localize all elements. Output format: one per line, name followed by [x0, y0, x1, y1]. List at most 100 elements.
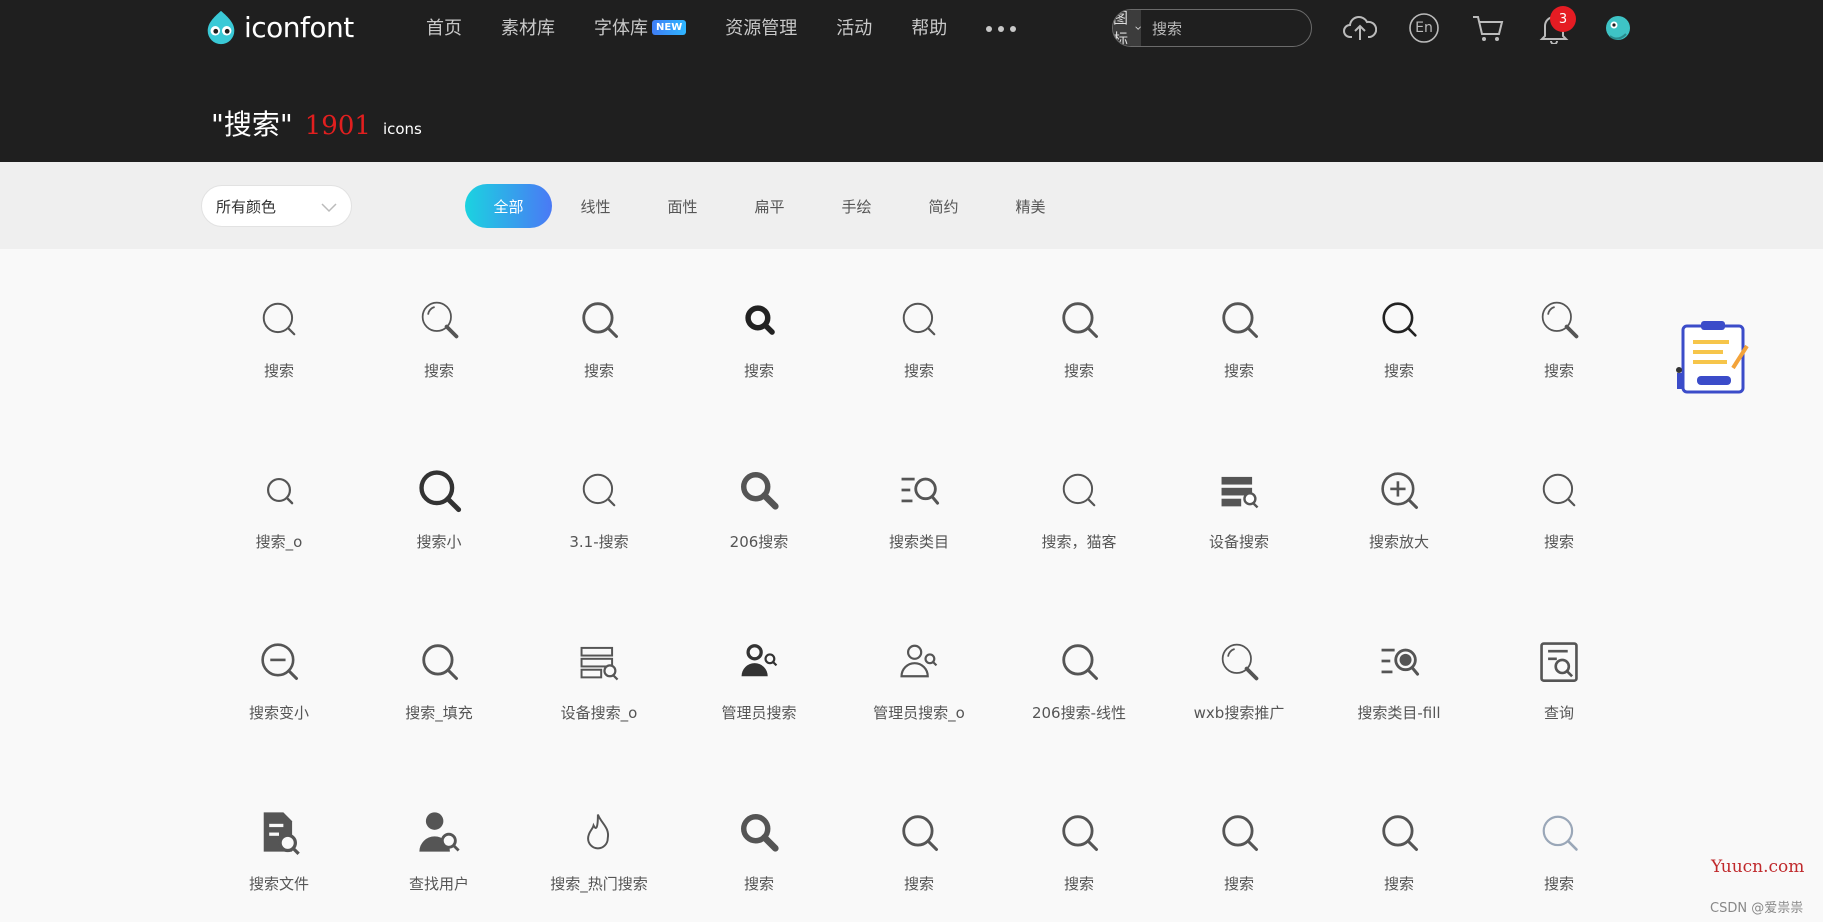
language-switch[interactable]: En [1406, 10, 1442, 46]
icon-card[interactable]: 搜索 [1159, 787, 1319, 922]
icon-card[interactable]: 搜索 [519, 274, 679, 445]
icon-card[interactable]: 搜索小 [359, 445, 519, 616]
search-icon [1214, 294, 1264, 344]
result-count: 1901 [304, 111, 371, 141]
icon-card[interactable]: 设备搜索 [1159, 445, 1319, 616]
icon-card[interactable]: 搜索文件 [199, 787, 359, 922]
icon-label: 搜索 [1383, 362, 1414, 380]
tab-all[interactable]: 全部 [465, 184, 552, 228]
nav-home[interactable]: 首页 [426, 14, 462, 40]
search-icon [1054, 636, 1104, 686]
icon-card[interactable]: 搜索 [1159, 274, 1319, 445]
icon-label: 搜索 [903, 362, 934, 380]
color-filter-select[interactable]: 所有颜色 [201, 185, 352, 227]
nav-label: 活动 [836, 18, 873, 39]
search-icon [414, 636, 464, 686]
icon-card[interactable]: 搜索 [359, 274, 519, 445]
icon-label: 206搜索-线性 [1031, 704, 1127, 722]
icon-card[interactable]: 搜索_热门搜索 [519, 787, 679, 922]
search-light-icon [1534, 807, 1584, 857]
search-thin-icon [1534, 465, 1584, 515]
icon-label: 搜索类目 [888, 533, 949, 551]
color-filter-label: 所有颜色 [216, 197, 277, 216]
icon-card[interactable]: 搜索 [679, 274, 839, 445]
icon-card[interactable]: 搜索_o [199, 445, 359, 616]
tab-exquisite[interactable]: 精美 [987, 184, 1074, 228]
logo[interactable]: iconfont [202, 8, 354, 46]
icon-card[interactable]: 206搜索-线性 [999, 616, 1159, 787]
icon-label: 搜索 [1543, 533, 1574, 551]
icon-card[interactable]: 搜索 [1479, 274, 1639, 445]
nav-activity[interactable]: 活动 [836, 14, 872, 40]
icon-card[interactable]: 3.1-搜索 [519, 445, 679, 616]
icon-label: 搜索文件 [248, 875, 309, 893]
icon-card[interactable]: 管理员搜索_o [839, 616, 999, 787]
icon-label: 搜索类目-fill [1357, 704, 1441, 722]
filter-bar: 所有颜色 全部 线性 面性 扁平 手绘 简约 精美 [0, 162, 1823, 249]
icon-label: 搜索 [1543, 875, 1574, 893]
upload-cloud-icon[interactable] [1342, 10, 1378, 46]
search-heavy-icon [414, 465, 464, 515]
icon-label: 搜索，猫客 [1041, 533, 1117, 551]
nav-help[interactable]: 帮助 [911, 14, 947, 40]
search-thin-icon [574, 465, 624, 515]
icon-card[interactable]: 206搜索 [679, 445, 839, 616]
nav-resources[interactable]: 资源管理 [725, 14, 797, 40]
icon-card[interactable]: 搜索放大 [1319, 445, 1479, 616]
icon-card[interactable]: 搜索 [839, 787, 999, 922]
more-dots-icon[interactable] [986, 26, 1017, 32]
zoom-in-icon [1374, 465, 1424, 515]
icon-label: wxb搜索推广 [1193, 704, 1285, 722]
csdn-credit: CSDN @爱祟祟 [1710, 901, 1804, 916]
icon-label: 3.1-搜索 [569, 533, 629, 551]
icon-card[interactable]: 搜索 [1319, 787, 1479, 922]
user-avatar[interactable] [1600, 10, 1636, 46]
search-type-select[interactable]: 图标 [1113, 9, 1142, 47]
icon-card[interactable]: 搜索_填充 [359, 616, 519, 787]
icon-card[interactable]: 搜索 [199, 274, 359, 445]
search-input[interactable] [1141, 10, 1311, 46]
nav-materials[interactable]: 素材库 [501, 14, 555, 40]
search-list-fill-icon [1374, 636, 1424, 686]
icon-card[interactable]: 搜索 [1479, 787, 1639, 922]
chevron-down-icon [321, 203, 337, 213]
search-list-icon [894, 465, 944, 515]
tab-handdrawn[interactable]: 手绘 [813, 184, 900, 228]
cart-icon[interactable] [1470, 10, 1506, 46]
icon-card[interactable]: 管理员搜索 [679, 616, 839, 787]
icon-label: 搜索变小 [248, 704, 309, 722]
icon-card[interactable]: 搜索 [679, 787, 839, 922]
search-thin-icon [1054, 465, 1104, 515]
hot-search-icon [574, 807, 624, 857]
icon-card[interactable]: 搜索 [999, 787, 1159, 922]
icon-card[interactable]: 搜索 [1479, 445, 1639, 616]
icon-card[interactable]: 查找用户 [359, 787, 519, 922]
tab-simple[interactable]: 简约 [900, 184, 987, 228]
icon-card[interactable]: wxb搜索推广 [1159, 616, 1319, 787]
clipboard-promo-icon[interactable] [1673, 318, 1753, 398]
search-type-label: 图标 [1113, 9, 1129, 47]
tab-surface[interactable]: 面性 [639, 184, 726, 228]
icon-label: 搜索 [583, 362, 614, 380]
search-filled-icon [734, 465, 784, 515]
icon-card[interactable]: 搜索变小 [199, 616, 359, 787]
icon-card[interactable]: 搜索类目 [839, 445, 999, 616]
nav-label: 首页 [426, 18, 462, 39]
search-highlight-icon [1214, 636, 1264, 686]
icon-label: 搜索 [263, 362, 294, 380]
icon-label: 搜索 [743, 875, 774, 893]
tab-flat[interactable]: 扁平 [726, 184, 813, 228]
icon-card[interactable]: 查询 [1479, 616, 1639, 787]
nav-label: 帮助 [911, 18, 948, 39]
icon-card[interactable]: 搜索类目-fill [1319, 616, 1479, 787]
icon-label: 搜索 [1543, 362, 1574, 380]
icon-card[interactable]: 搜索，猫客 [999, 445, 1159, 616]
search-thin-icon [254, 294, 304, 344]
icon-card[interactable]: 设备搜索_o [519, 616, 679, 787]
icon-card[interactable]: 搜索 [999, 274, 1159, 445]
icon-label: 搜索 [903, 875, 934, 893]
tab-linear[interactable]: 线性 [552, 184, 639, 228]
icon-card[interactable]: 搜索 [839, 274, 999, 445]
nav-fonts[interactable]: 字体库 NEW [594, 14, 687, 40]
icon-card[interactable]: 搜索 [1319, 274, 1479, 445]
